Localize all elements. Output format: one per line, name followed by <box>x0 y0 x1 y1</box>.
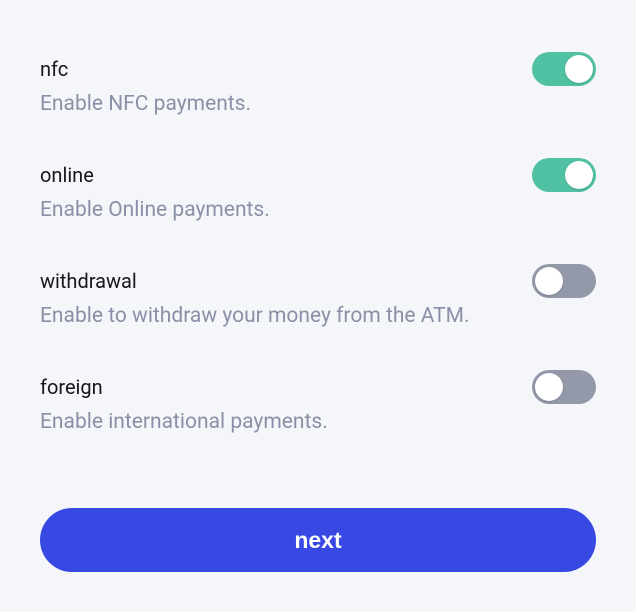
setting-online-title: online <box>40 163 94 187</box>
toggle-withdrawal-knob <box>535 267 563 295</box>
toggle-online[interactable] <box>532 158 596 192</box>
setting-online: online Enable Online payments. <box>40 158 596 222</box>
setting-nfc: nfc Enable NFC payments. <box>40 52 596 116</box>
setting-foreign: foreign Enable international payments. <box>40 370 596 434</box>
next-button[interactable]: next <box>40 508 596 572</box>
setting-nfc-desc: Enable NFC payments. <box>40 92 596 116</box>
toggle-withdrawal[interactable] <box>532 264 596 298</box>
setting-foreign-desc: Enable international payments. <box>40 410 596 434</box>
settings-list: nfc Enable NFC payments. online Enable O… <box>40 52 596 488</box>
toggle-nfc-knob <box>565 55 593 83</box>
setting-nfc-title: nfc <box>40 57 68 81</box>
settings-screen: nfc Enable NFC payments. online Enable O… <box>0 0 636 612</box>
setting-foreign-head: foreign <box>40 370 596 404</box>
setting-withdrawal: withdrawal Enable to withdraw your money… <box>40 264 596 328</box>
setting-online-head: online <box>40 158 596 192</box>
toggle-foreign-knob <box>535 373 563 401</box>
setting-withdrawal-desc: Enable to withdraw your money from the A… <box>40 304 596 328</box>
toggle-online-knob <box>565 161 593 189</box>
setting-withdrawal-title: withdrawal <box>40 269 137 293</box>
toggle-foreign[interactable] <box>532 370 596 404</box>
toggle-nfc[interactable] <box>532 52 596 86</box>
setting-online-desc: Enable Online payments. <box>40 198 596 222</box>
setting-nfc-head: nfc <box>40 52 596 86</box>
setting-withdrawal-head: withdrawal <box>40 264 596 298</box>
setting-foreign-title: foreign <box>40 375 103 399</box>
